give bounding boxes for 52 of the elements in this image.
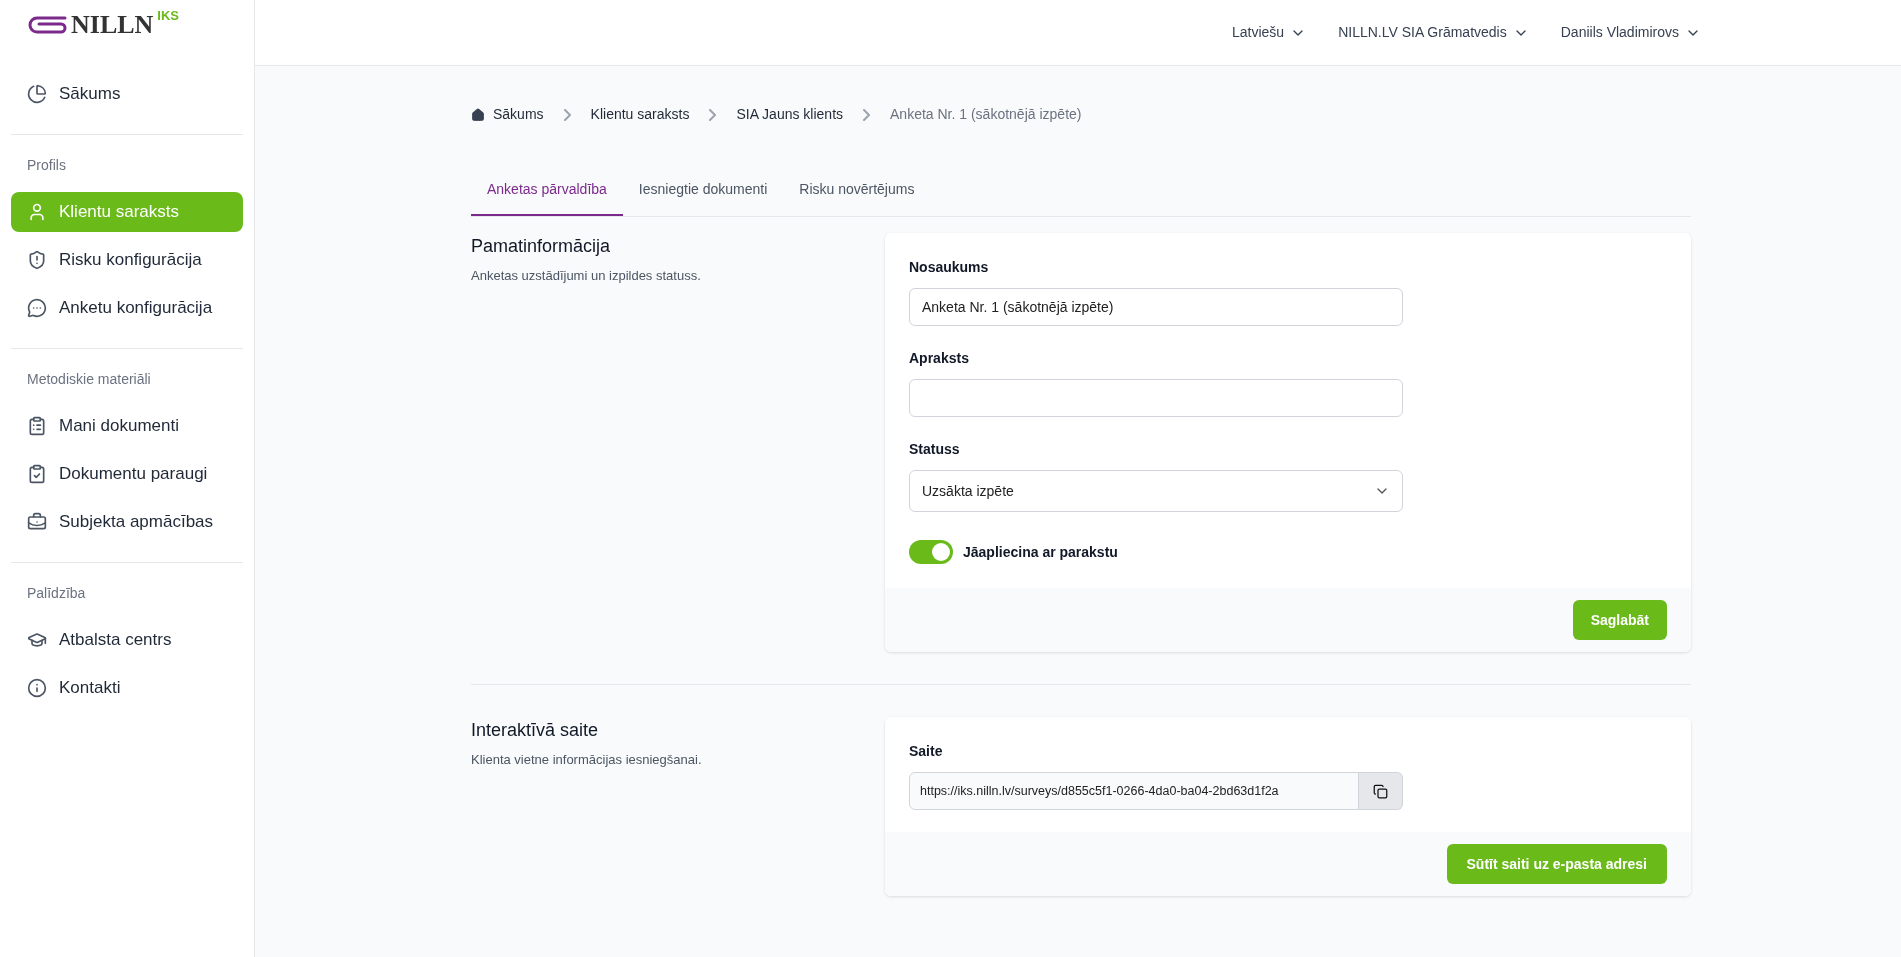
field-label: Saite xyxy=(909,742,944,761)
paperclip-logo-icon xyxy=(27,14,67,36)
logo-text: NILLN xyxy=(71,9,154,41)
chat-icon xyxy=(27,298,47,318)
clipboard-list-icon xyxy=(27,416,47,436)
sidebar-item[interactable]: Sākums xyxy=(11,74,243,114)
chevron-right-icon xyxy=(709,108,717,121)
field-label: Nosaukums xyxy=(909,258,990,277)
section-description: Anketas uzstādījumi un izpildes statuss. xyxy=(471,267,702,285)
copy-button[interactable] xyxy=(1359,772,1403,810)
tab[interactable]: Risku novērtējums xyxy=(783,175,931,216)
pie-chart-icon xyxy=(27,84,47,104)
header-menu[interactable]: Latviešu xyxy=(1232,22,1307,43)
toggle-label: Jāapliecina ar parakstu xyxy=(963,542,1118,562)
info-icon xyxy=(27,678,47,698)
copy-icon xyxy=(1373,783,1388,799)
graduation-cap-icon xyxy=(27,630,47,650)
header-menu[interactable]: Daniils Vladimirovs xyxy=(1560,22,1701,43)
sidebar-item[interactable]: Mani dokumenti xyxy=(11,406,243,446)
field-label: Apraksts xyxy=(909,349,970,368)
section-title: Interaktīvā saite xyxy=(471,719,600,742)
tab[interactable]: Anketas pārvaldība xyxy=(471,175,623,216)
sidebar-item[interactable]: Dokumentu paraugi xyxy=(11,454,243,494)
sidebar-item[interactable]: Risku konfigurācija xyxy=(11,240,243,280)
home-icon xyxy=(471,107,485,122)
sidebar-item[interactable]: Anketu konfigurācija xyxy=(11,288,243,328)
breadcrumb-link[interactable]: SIA Jauns klients xyxy=(736,104,844,125)
sidebar-item[interactable]: Subjekta apmācības xyxy=(11,502,243,542)
logo-suffix-text: IKS xyxy=(157,8,180,24)
header-menu[interactable]: NILLN.LV SIA Grāmatvedis xyxy=(1338,22,1529,43)
shield-icon xyxy=(27,250,47,270)
breadcrumb-link[interactable]: Sākums xyxy=(493,104,544,125)
sidebar-section-title: Profils xyxy=(26,156,67,175)
link-url-field[interactable]: https://iks.nilln.lv/surveys/d855c5f1-0266-4da0-ba04-2bd63d1f2a xyxy=(909,772,1359,810)
user-icon xyxy=(27,202,47,222)
field-label: Statuss xyxy=(909,440,961,459)
chevron-right-icon xyxy=(563,108,571,121)
sidebar-section-title: Palīdzība xyxy=(26,584,87,603)
status-select[interactable]: Uzsākta izpēte xyxy=(909,470,1403,512)
section-title: Pamatinformācija xyxy=(471,235,612,258)
sidebar-section-title: Metodiskie materiāli xyxy=(26,370,152,389)
text-input-field[interactable]: Anketa Nr. 1 (sākotnējā izpēte) xyxy=(909,288,1403,326)
briefcase-icon xyxy=(27,512,47,532)
sidebar-item[interactable]: Kontakti xyxy=(11,668,243,708)
tab[interactable]: Iesniegtie dokumenti xyxy=(622,175,784,216)
breadcrumb-link[interactable]: Klientu saraksts xyxy=(590,104,690,125)
text-input-field[interactable] xyxy=(909,379,1403,417)
clipboard-check-icon xyxy=(27,464,47,484)
section-description: Klienta vietne informācijas iesniegšanai. xyxy=(471,751,703,769)
chevron-right-icon xyxy=(863,108,871,121)
sidebar-item[interactable]: Atbalsta centrs xyxy=(11,620,243,660)
toggle-switch[interactable] xyxy=(909,540,953,564)
